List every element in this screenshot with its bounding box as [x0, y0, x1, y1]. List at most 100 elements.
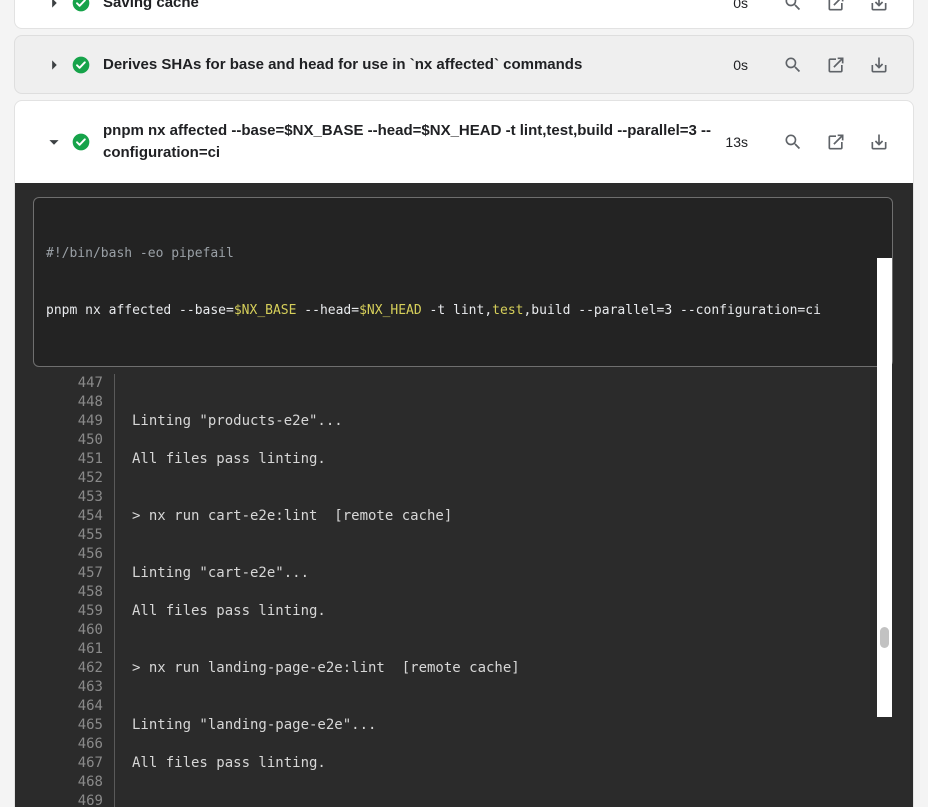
log-line-number: 451 — [33, 450, 115, 469]
success-check-icon — [71, 132, 91, 152]
log-line: 465Linting "landing-page-e2e"... — [33, 716, 893, 735]
log-line: 469 — [33, 792, 893, 807]
log-line-number: 450 — [33, 431, 115, 450]
download-icon[interactable] — [869, 0, 889, 13]
command-text: pnpm nx affected --base= — [46, 303, 234, 318]
chevron-right-icon[interactable] — [43, 0, 65, 14]
log-line: 447 — [33, 374, 893, 393]
log-line-number: 460 — [33, 621, 115, 640]
log-line-number: 447 — [33, 374, 115, 393]
log-line: 468 — [33, 773, 893, 792]
log-line-text: Linting "products-e2e"... — [115, 412, 343, 431]
search-icon[interactable] — [783, 55, 803, 75]
log-line-text: > nx run cart-e2e:lint [remote cache] — [115, 507, 452, 526]
log-line-text: All files pass linting. — [115, 754, 326, 773]
log-scrollbar[interactable] — [877, 258, 892, 717]
log-line-text — [115, 469, 132, 488]
step-title: Saving cache — [103, 0, 199, 14]
log-line-text — [115, 545, 132, 564]
log-line-number: 464 — [33, 697, 115, 716]
log-line-text — [115, 621, 132, 640]
log-line-number: 452 — [33, 469, 115, 488]
log-line-number: 454 — [33, 507, 115, 526]
command-variable: test — [492, 303, 523, 318]
script-command-box: #!/bin/bash -eo pipefail pnpm nx affecte… — [33, 197, 893, 367]
log-line-number: 466 — [33, 735, 115, 754]
log-line: 450 — [33, 431, 893, 450]
log-line-text — [115, 678, 132, 697]
command-variable: $NX_BASE — [234, 303, 297, 318]
log-terminal: #!/bin/bash -eo pipefail pnpm nx affecte… — [15, 183, 913, 807]
log-line: 453 — [33, 488, 893, 507]
log-line: 449Linting "products-e2e"... — [33, 412, 893, 431]
log-line: 448 — [33, 393, 893, 412]
step-row-nx-affected-lint-test-build: pnpm nx affected --base=$NX_BASE --head=… — [14, 100, 914, 807]
log-line-text — [115, 583, 132, 602]
step-row-derive-shas: Derives SHAs for base and head for use i… — [14, 35, 914, 94]
step-title: pnpm nx affected --base=$NX_BASE --head=… — [103, 120, 720, 164]
open-in-new-icon[interactable] — [826, 0, 846, 13]
log-line-text — [115, 735, 132, 754]
log-line-text — [115, 773, 132, 792]
log-line-text — [115, 431, 132, 450]
log-line-text: Linting "cart-e2e"... — [115, 564, 309, 583]
log-line-number: 453 — [33, 488, 115, 507]
success-check-icon — [71, 0, 91, 13]
log-line: 464 — [33, 697, 893, 716]
log-line: 455 — [33, 526, 893, 545]
download-icon[interactable] — [869, 132, 889, 152]
log-line-text: > nx run landing-page-e2e:lint [remote c… — [115, 659, 520, 678]
step-duration: 0s — [720, 0, 748, 11]
log-line: 459All files pass linting. — [33, 602, 893, 621]
log-line-number: 469 — [33, 792, 115, 807]
search-icon[interactable] — [783, 132, 803, 152]
log-line: 451All files pass linting. — [33, 450, 893, 469]
log-output: 447448449Linting "products-e2e"...450451… — [33, 374, 893, 807]
command-variable: $NX_HEAD — [359, 303, 422, 318]
open-in-new-icon[interactable] — [826, 132, 846, 152]
step-title: Derives SHAs for base and head for use i… — [103, 54, 582, 76]
log-line: 467All files pass linting. — [33, 754, 893, 773]
chevron-down-icon[interactable] — [43, 131, 65, 153]
log-line: 456 — [33, 545, 893, 564]
log-line-text — [115, 526, 132, 545]
log-line-text: All files pass linting. — [115, 602, 326, 621]
log-line-number: 448 — [33, 393, 115, 412]
log-scrollbar-thumb[interactable] — [880, 627, 889, 648]
log-line-text: Linting "landing-page-e2e"... — [115, 716, 376, 735]
log-line: 460 — [33, 621, 893, 640]
log-line-number: 457 — [33, 564, 115, 583]
log-line: 454> nx run cart-e2e:lint [remote cache] — [33, 507, 893, 526]
log-line: 452 — [33, 469, 893, 488]
command-text: -t lint, — [422, 303, 492, 318]
log-line-number: 459 — [33, 602, 115, 621]
script-command: pnpm nx affected --base=$NX_BASE --head=… — [46, 301, 880, 320]
log-line-number: 465 — [33, 716, 115, 735]
download-icon[interactable] — [869, 55, 889, 75]
log-line-number: 468 — [33, 773, 115, 792]
log-line: 457Linting "cart-e2e"... — [33, 564, 893, 583]
log-line-number: 463 — [33, 678, 115, 697]
log-line-number: 458 — [33, 583, 115, 602]
log-line-text — [115, 697, 132, 716]
log-line-text — [115, 792, 132, 807]
log-line: 463 — [33, 678, 893, 697]
log-line: 466 — [33, 735, 893, 754]
search-icon[interactable] — [783, 0, 803, 13]
build-steps-page: Saving cache 0s Der — [0, 0, 928, 807]
log-line-text — [115, 640, 132, 659]
log-line-number: 462 — [33, 659, 115, 678]
chevron-right-icon[interactable] — [43, 54, 65, 76]
log-line-text — [115, 393, 132, 412]
log-line-number: 461 — [33, 640, 115, 659]
open-in-new-icon[interactable] — [826, 55, 846, 75]
log-line: 461 — [33, 640, 893, 659]
command-text: --head= — [296, 303, 359, 318]
step-duration: 0s — [720, 57, 748, 73]
log-line: 458 — [33, 583, 893, 602]
log-line-text — [115, 488, 132, 507]
log-line-number: 455 — [33, 526, 115, 545]
success-check-icon — [71, 55, 91, 75]
log-line-number: 456 — [33, 545, 115, 564]
log-line: 462> nx run landing-page-e2e:lint [remot… — [33, 659, 893, 678]
